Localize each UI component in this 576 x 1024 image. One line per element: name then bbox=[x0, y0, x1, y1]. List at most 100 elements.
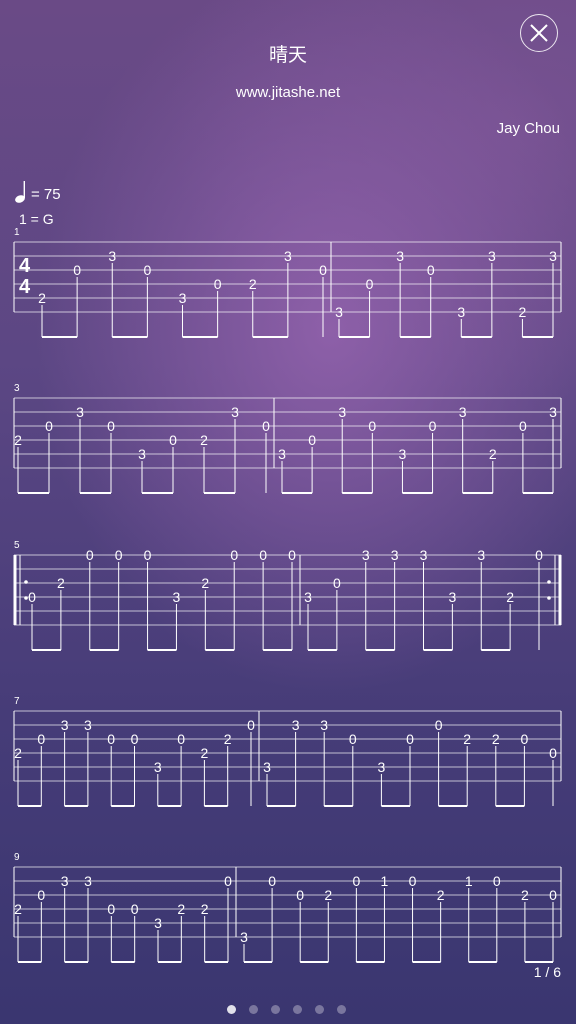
fret-number: 3 bbox=[399, 446, 407, 462]
fret-number: 0 bbox=[73, 262, 81, 278]
fret-number: 3 bbox=[278, 446, 286, 462]
fret-number: 3 bbox=[154, 915, 162, 931]
fret-number: 0 bbox=[143, 262, 151, 278]
system-number: 5 bbox=[14, 540, 20, 551]
fret-number: 3 bbox=[61, 873, 69, 889]
fret-number: 0 bbox=[107, 418, 115, 434]
fret-number: 0 bbox=[230, 547, 238, 563]
fret-number: 3 bbox=[292, 717, 300, 733]
fret-number: 3 bbox=[284, 248, 292, 264]
fret-number: 0 bbox=[368, 418, 376, 434]
fret-number: 3 bbox=[396, 248, 404, 264]
fret-number: 0 bbox=[37, 731, 45, 747]
page-dot[interactable] bbox=[249, 1005, 258, 1014]
fret-number: 2 bbox=[177, 901, 185, 917]
fret-number: 3 bbox=[76, 404, 84, 420]
time-signature-top: 4 bbox=[19, 255, 31, 277]
fret-number: 3 bbox=[448, 589, 456, 605]
fret-number: 0 bbox=[28, 589, 36, 605]
fret-number: 3 bbox=[173, 589, 181, 605]
fret-number: 3 bbox=[61, 717, 69, 733]
page-dot[interactable] bbox=[227, 1005, 236, 1014]
fret-number: 2 bbox=[201, 901, 209, 917]
fret-number: 2 bbox=[200, 432, 208, 448]
page-dot[interactable] bbox=[271, 1005, 280, 1014]
fret-number: 1 bbox=[381, 873, 389, 889]
fret-number: 0 bbox=[177, 731, 185, 747]
system-number: 3 bbox=[14, 383, 20, 394]
fret-number: 0 bbox=[319, 262, 327, 278]
page-indicator: 1 / 6 bbox=[533, 964, 561, 980]
fret-number: 0 bbox=[427, 262, 435, 278]
fret-number: 2 bbox=[437, 887, 445, 903]
fret-number: 3 bbox=[138, 446, 146, 462]
fret-number: 3 bbox=[549, 248, 557, 264]
fret-number: 0 bbox=[169, 432, 177, 448]
fret-number: 0 bbox=[247, 717, 255, 733]
fret-number: 2 bbox=[14, 745, 22, 761]
fret-number: 2 bbox=[38, 290, 46, 306]
fret-number: 3 bbox=[391, 547, 399, 563]
fret-number: 3 bbox=[459, 404, 467, 420]
fret-number: 3 bbox=[338, 404, 346, 420]
fret-number: 3 bbox=[378, 759, 386, 775]
fret-number: 0 bbox=[519, 418, 527, 434]
fret-number: 0 bbox=[131, 731, 139, 747]
fret-number: 2 bbox=[492, 731, 500, 747]
fret-number: 2 bbox=[521, 887, 529, 903]
fret-number: 2 bbox=[14, 432, 22, 448]
fret-number: 0 bbox=[535, 547, 543, 563]
fret-number: 0 bbox=[214, 276, 222, 292]
page-dot[interactable] bbox=[315, 1005, 324, 1014]
system-number: 7 bbox=[14, 696, 20, 707]
repeat-dot bbox=[547, 580, 551, 584]
fret-number: 3 bbox=[84, 873, 92, 889]
fret-number: 3 bbox=[179, 290, 187, 306]
page-dot[interactable] bbox=[337, 1005, 346, 1014]
fret-number: 0 bbox=[224, 873, 232, 889]
fret-number: 0 bbox=[296, 887, 304, 903]
fret-number: 2 bbox=[489, 446, 497, 462]
fret-number: 0 bbox=[45, 418, 53, 434]
fret-number: 2 bbox=[57, 575, 65, 591]
fret-number: 3 bbox=[84, 717, 92, 733]
fret-number: 0 bbox=[409, 873, 417, 889]
fret-number: 3 bbox=[231, 404, 239, 420]
fret-number: 2 bbox=[249, 276, 257, 292]
page-dot[interactable] bbox=[293, 1005, 302, 1014]
fret-number: 0 bbox=[262, 418, 270, 434]
fret-number: 0 bbox=[308, 432, 316, 448]
fret-number: 3 bbox=[335, 304, 343, 320]
fret-number: 0 bbox=[493, 873, 501, 889]
fret-number: 0 bbox=[107, 901, 115, 917]
fret-number: 3 bbox=[457, 304, 465, 320]
fret-number: 0 bbox=[131, 901, 139, 917]
fret-number: 0 bbox=[366, 276, 374, 292]
repeat-dot bbox=[547, 596, 551, 600]
fret-number: 3 bbox=[420, 547, 428, 563]
system-number: 9 bbox=[14, 852, 20, 863]
fret-number: 3 bbox=[549, 404, 557, 420]
fret-number: 0 bbox=[259, 547, 267, 563]
fret-number: 0 bbox=[521, 731, 529, 747]
fret-number: 2 bbox=[14, 901, 22, 917]
fret-number: 2 bbox=[463, 731, 471, 747]
fret-number: 0 bbox=[86, 547, 94, 563]
fret-number: 0 bbox=[435, 717, 443, 733]
fret-number: 2 bbox=[224, 731, 232, 747]
fret-number: 3 bbox=[320, 717, 328, 733]
fret-number: 0 bbox=[288, 547, 296, 563]
fret-number: 1 bbox=[465, 873, 473, 889]
fret-number: 0 bbox=[107, 731, 115, 747]
fret-number: 0 bbox=[549, 745, 557, 761]
repeat-dot bbox=[24, 580, 28, 584]
fret-number: 2 bbox=[519, 304, 527, 320]
time-signature-bottom: 4 bbox=[19, 276, 31, 298]
fret-number: 0 bbox=[406, 731, 414, 747]
fret-number: 3 bbox=[240, 929, 248, 945]
fret-number: 3 bbox=[108, 248, 116, 264]
fret-number: 0 bbox=[349, 731, 357, 747]
tablature-sheet[interactable]: 144 203030 230303033233203030 2303030303203… bbox=[0, 0, 576, 1024]
system-number: 1 bbox=[14, 227, 20, 238]
fret-number: 0 bbox=[144, 547, 152, 563]
